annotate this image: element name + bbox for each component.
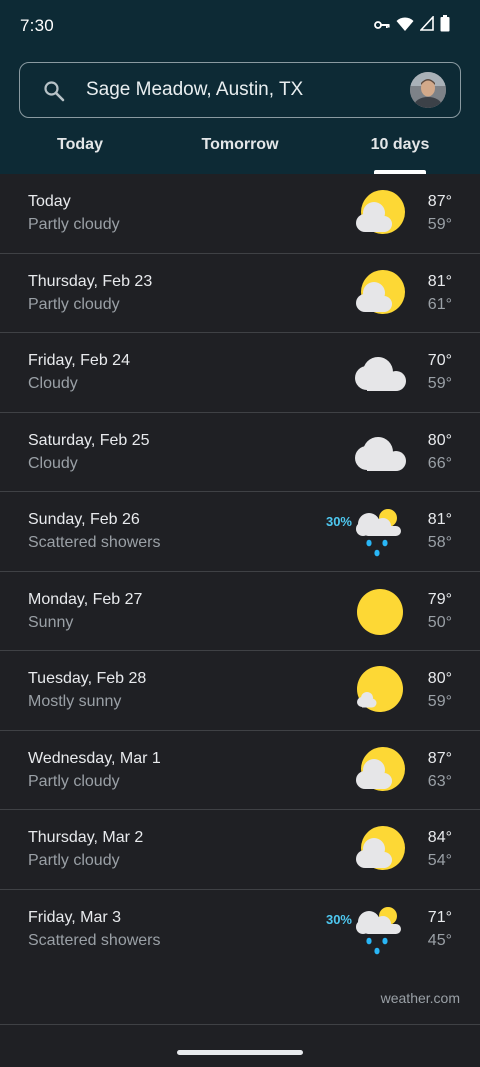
forecast-row[interactable]: Sunday, Feb 26 Scattered showers 30% 81°… [0,492,480,572]
forecast-low: 54° [427,852,452,869]
battery-icon [440,15,450,37]
forecast-low: 61° [427,295,452,313]
forecast-row[interactable]: Saturday, Feb 25 Cloudy 80° 66° [0,413,480,492]
partly-cloudy-icon [352,824,408,876]
cloudy-icon [352,427,408,479]
location-search-bar[interactable]: Sage Meadow, Austin, TX [19,62,461,118]
forecast-high: 81° [427,511,452,528]
forecast-low: 59° [427,375,452,392]
forecast-day: Monday, Feb 27 [28,590,143,608]
forecast-high: 71° [427,908,452,926]
forecast-row[interactable]: Friday, Mar 3 Scattered showers 30% 71° … [0,890,480,970]
sunny-icon [352,586,408,638]
forecast-condition: Partly cloudy [28,852,120,869]
forecast-day: Saturday, Feb 25 [28,431,150,449]
forecast-low: 50° [427,613,452,631]
forecast-row[interactable]: Wednesday, Mar 1 Partly cloudy 87° 63° [0,731,480,810]
scattered-showers-icon [352,904,408,956]
forecast-condition: Scattered showers [28,534,161,551]
forecast-condition: Mostly sunny [28,693,122,710]
forecast-high: 81° [427,272,452,290]
location-text[interactable]: Sage Meadow, Austin, TX [86,79,303,101]
forecast-day: Today [28,193,71,210]
tab-tomorrow[interactable]: Tomorrow [160,122,320,174]
forecast-row[interactable]: Friday, Feb 24 Cloudy 70° 59° [0,333,480,413]
forecast-day: Friday, Mar 3 [28,908,122,926]
forecast-row[interactable]: Tuesday, Feb 28 Mostly sunny 80° 59° [0,651,480,731]
forecast-day: Friday, Feb 24 [28,352,130,369]
forecast-row[interactable]: Today Partly cloudy 87° 59° [0,174,480,254]
forecast-low: 59° [427,693,452,710]
forecast-low: 59° [427,216,452,233]
forecast-condition: Partly cloudy [28,772,120,790]
scattered-showers-icon [352,506,408,558]
forecast-low: 63° [427,772,452,790]
precipitation-chance: 30% [325,911,352,927]
forecast-high: 79° [427,590,452,608]
forecast-day: Sunday, Feb 26 [28,511,140,528]
forecast-day: Thursday, Feb 23 [28,272,153,290]
gesture-nav-handle[interactable] [177,1050,303,1055]
tab-10-days[interactable]: 10 days [320,122,480,174]
mostly-sunny-icon [352,665,408,717]
forecast-high: 84° [427,829,452,846]
partly-cloudy-icon [352,268,408,320]
forecast-condition: Cloudy [28,375,78,392]
forecast-row[interactable]: Thursday, Mar 2 Partly cloudy 84° 54° [0,810,480,890]
forecast-list: Today Partly cloudy 87° 59° Thursday, Fe… [0,174,480,969]
partly-cloudy-icon [352,188,408,240]
forecast-day: Tuesday, Feb 28 [28,670,147,687]
status-icons [374,14,450,37]
forecast-high: 80° [427,431,452,449]
forecast-condition: Cloudy [28,454,78,472]
forecast-day: Wednesday, Mar 1 [28,749,161,767]
vpn-key-icon [374,17,390,35]
forecast-condition: Sunny [28,613,74,631]
divider [0,1024,480,1025]
partly-cloudy-icon [352,745,408,797]
forecast-condition: Partly cloudy [28,216,120,233]
app-header: 7:30 Sage Meadow, Austin, TX Today Tomor… [0,0,480,174]
wifi-icon [396,16,414,37]
status-bar: 7:30 [0,0,480,52]
forecast-row[interactable]: Thursday, Feb 23 Partly cloudy 81° 61° [0,254,480,333]
status-time: 7:30 [20,16,54,35]
forecast-condition: Scattered showers [28,931,161,949]
avatar[interactable] [410,72,446,108]
source-link[interactable]: weather.com [381,990,460,1006]
precipitation-chance: 30% [325,514,352,529]
cellular-signal-icon [419,14,434,36]
forecast-high: 87° [427,193,452,210]
forecast-tabs: Today Tomorrow 10 days [0,122,480,174]
search-icon[interactable] [42,79,66,108]
forecast-day: Thursday, Mar 2 [28,829,144,846]
forecast-row[interactable]: Monday, Feb 27 Sunny 79° 50° [0,572,480,651]
forecast-low: 58° [427,534,452,551]
forecast-high: 70° [427,352,452,369]
forecast-low: 66° [427,454,452,472]
tab-today[interactable]: Today [0,122,160,174]
cloudy-icon [352,347,408,399]
forecast-condition: Partly cloudy [28,295,120,313]
forecast-low: 45° [427,931,452,949]
forecast-high: 87° [427,749,452,767]
forecast-high: 80° [427,670,452,687]
